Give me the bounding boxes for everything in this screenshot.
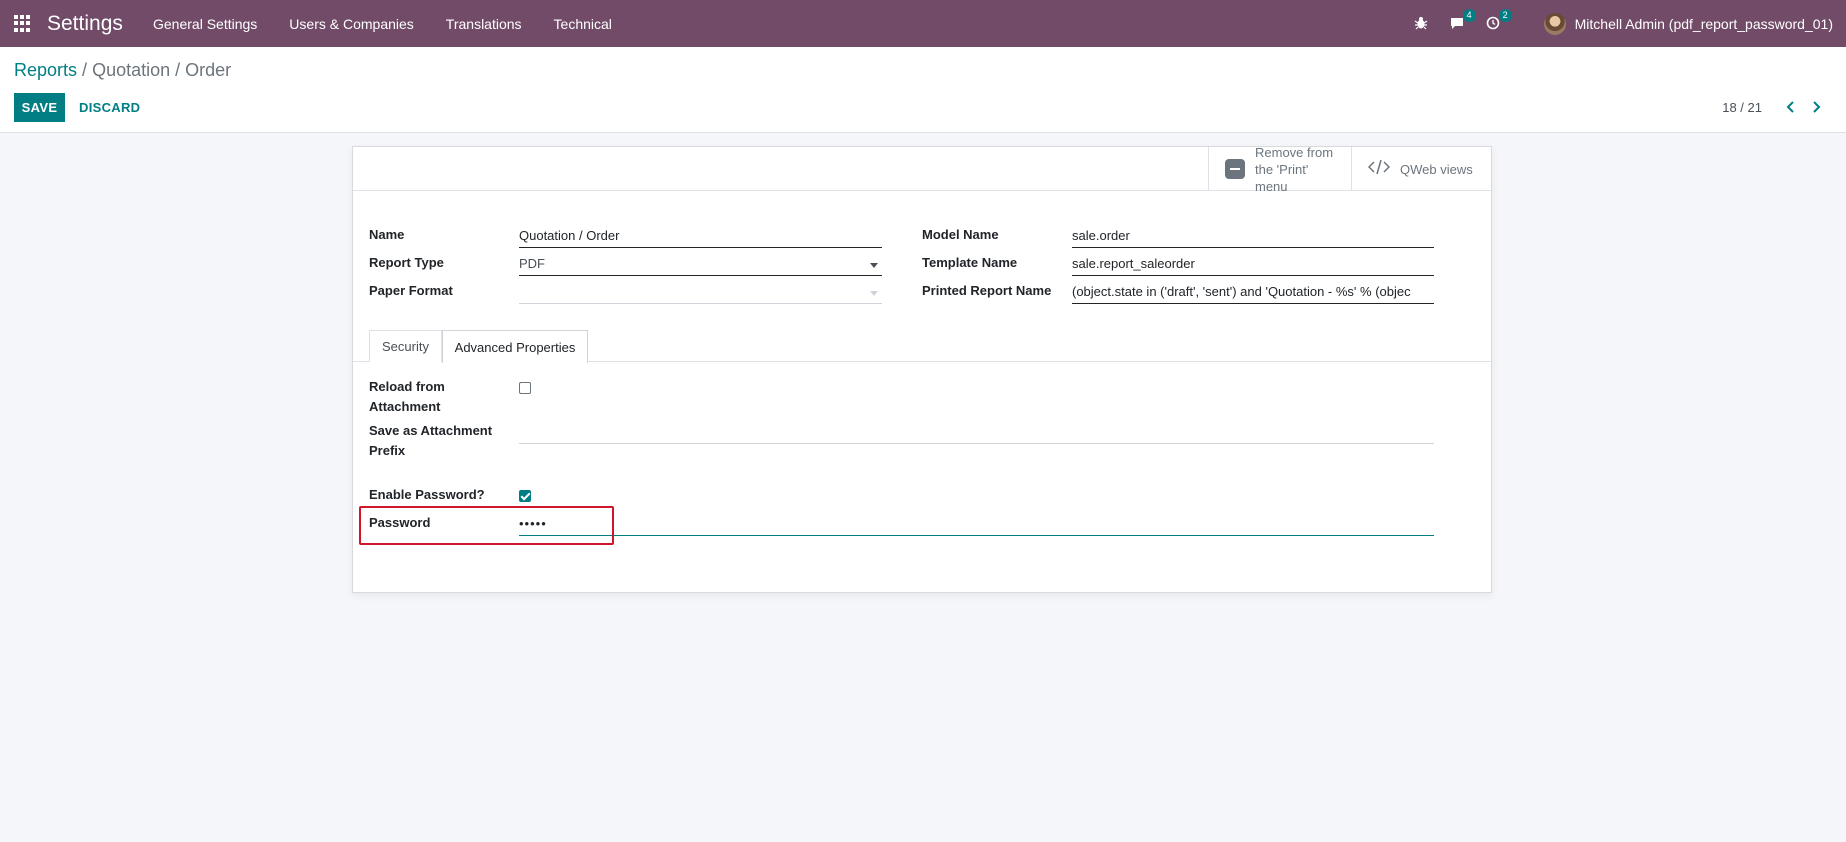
model-name-input[interactable]: sale.order: [1072, 226, 1434, 248]
breadcrumb-separator: /: [82, 60, 88, 80]
remove-from-print-menu-label: Remove from the 'Print' menu: [1255, 144, 1334, 194]
code-icon: [1367, 159, 1391, 180]
user-menu[interactable]: Mitchell Admin (pdf_report_password_01): [1543, 12, 1833, 35]
minus-square-icon: [1225, 159, 1245, 179]
chat-icon[interactable]: 4: [1450, 8, 1476, 32]
model-name-label: Model Name: [922, 227, 999, 242]
reload-label-line1: Reload from: [369, 379, 445, 394]
bug-icon[interactable]: [1414, 16, 1430, 32]
reload-from-attachment-checkbox[interactable]: [519, 382, 531, 394]
discard-button[interactable]: DISCARD: [72, 93, 147, 122]
save-prefix-label-line2: Prefix: [369, 443, 406, 458]
avatar: [1543, 12, 1566, 35]
save-button[interactable]: SAVE: [14, 93, 65, 122]
breadcrumb-current: Quotation / Order: [92, 60, 232, 80]
name-label: Name: [369, 227, 405, 242]
apps-icon[interactable]: [14, 15, 31, 32]
paper-format-select[interactable]: [519, 282, 882, 304]
menu-general-settings[interactable]: General Settings: [153, 16, 257, 32]
paper-format-label: Paper Format: [369, 283, 453, 298]
enable-password-label: Enable Password?: [369, 487, 485, 502]
app-name[interactable]: Settings: [47, 12, 123, 36]
form-sheet: Remove from the 'Print' menu QWeb views …: [352, 145, 1492, 593]
chevron-down-icon: [870, 291, 878, 296]
report-type-label: Report Type: [369, 255, 444, 270]
reload-label-line2: Attachment: [369, 399, 441, 414]
pager-next-button[interactable]: [1806, 98, 1826, 116]
tab-security[interactable]: Security: [369, 330, 442, 362]
chevron-left-icon: [1786, 101, 1794, 113]
template-name-label: Template Name: [922, 255, 1018, 270]
password-input[interactable]: •••••: [519, 514, 1434, 536]
report-type-select[interactable]: PDF: [519, 254, 882, 276]
top-navbar: Settings General Settings Users & Compan…: [0, 0, 1846, 47]
user-name: Mitchell Admin (pdf_report_password_01): [1574, 15, 1833, 32]
enable-password-checkbox[interactable]: [519, 490, 531, 502]
systray: 4 2 Mitchell Admin (pdf_report_password_…: [1414, 0, 1846, 47]
save-as-attachment-prefix-label: Save as Attachment Prefix: [369, 421, 492, 461]
notebook-tabs: Security Advanced Properties: [353, 330, 1491, 363]
menu-technical[interactable]: Technical: [554, 16, 612, 32]
breadcrumb-reports[interactable]: Reports: [14, 60, 77, 80]
menu-translations[interactable]: Translations: [446, 16, 522, 32]
pager: 18 / 21: [1722, 98, 1826, 116]
chevron-down-icon: [870, 263, 878, 268]
password-label: Password: [369, 515, 431, 530]
activities-badge: 2: [1498, 8, 1512, 22]
tab-advanced-properties[interactable]: Advanced Properties: [442, 330, 588, 363]
activity-clock-icon[interactable]: 2: [1486, 8, 1512, 32]
menu-users-companies[interactable]: Users & Companies: [289, 16, 414, 32]
main-menu: General Settings Users & Companies Trans…: [153, 16, 644, 32]
printed-report-name-label: Printed Report Name: [922, 283, 1052, 298]
button-box: Remove from the 'Print' menu QWeb views: [353, 145, 1491, 194]
printed-report-name-input[interactable]: (object.state in ('draft', 'sent') and '…: [1072, 282, 1434, 304]
control-panel: Reports / Quotation / Order SAVE DISCARD…: [0, 47, 1846, 133]
pager-previous-button[interactable]: [1780, 98, 1800, 116]
messages-badge: 4: [1462, 8, 1476, 22]
save-prefix-label-line1: Save as Attachment: [369, 423, 493, 438]
remove-from-print-menu-button[interactable]: Remove from the 'Print' menu: [1208, 145, 1351, 194]
breadcrumb: Reports / Quotation / Order: [14, 60, 231, 81]
chevron-right-icon: [1812, 101, 1820, 113]
reload-from-attachment-label: Reload from Attachment: [369, 377, 445, 417]
name-input[interactable]: Quotation / Order: [519, 226, 882, 248]
save-as-attachment-prefix-input[interactable]: [519, 422, 1434, 444]
pager-value[interactable]: 18 / 21: [1722, 100, 1762, 115]
qweb-views-label: QWeb views: [1400, 161, 1473, 177]
qweb-views-button[interactable]: QWeb views: [1351, 147, 1491, 191]
template-name-input[interactable]: sale.report_saleorder: [1072, 254, 1434, 276]
